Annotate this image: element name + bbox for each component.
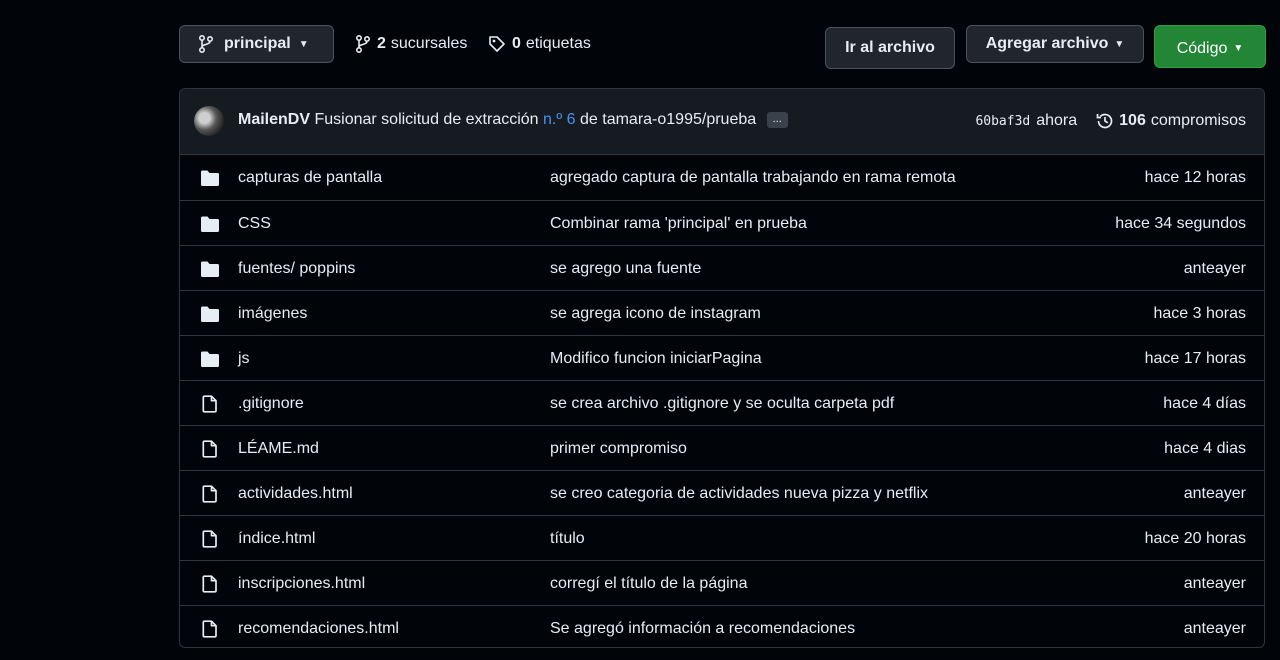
file-commit-age: hace 34 segundos: [1115, 215, 1246, 232]
file-name[interactable]: inscripciones.html: [238, 575, 365, 593]
folder-icon: [201, 261, 219, 277]
add-file-button[interactable]: Agregar archivo ▼: [966, 25, 1144, 63]
file-commit-message[interactable]: título: [550, 530, 585, 548]
file-row[interactable]: inscripciones.html corregí el título de l…: [180, 560, 1264, 605]
file-row[interactable]: LÉAME.md primer compromiso hace 4 dias: [180, 425, 1264, 470]
file-row[interactable]: CSS Combinar rama 'principal' en prueba ha…: [180, 200, 1264, 245]
branch-label: principal: [224, 35, 291, 52]
go-to-file-button[interactable]: Ir al archivo: [825, 27, 955, 69]
file-commit-age: hace 3 horas: [1153, 305, 1246, 322]
branch-icon: [356, 35, 371, 53]
file-list: capturas de pantalla agregado captura de …: [180, 155, 1264, 647]
file-commit-message[interactable]: se crea archivo .gitignore y se oculta c…: [550, 395, 894, 413]
file-name[interactable]: índice.html: [238, 530, 315, 548]
code-button[interactable]: Código ▼: [1154, 25, 1266, 68]
code-label: Código: [1176, 39, 1228, 57]
file-icon: [202, 530, 217, 548]
pull-request-link[interactable]: n.º 6: [543, 111, 576, 128]
file-commit-age: hace 4 dias: [1164, 440, 1246, 457]
file-commit-age: anteayer: [1183, 260, 1246, 277]
file-name[interactable]: .gitignore: [238, 395, 304, 413]
commit-count[interactable]: 106: [1119, 112, 1146, 130]
file-name[interactable]: js: [238, 350, 250, 368]
file-commit-age: hace 12 horas: [1144, 169, 1246, 186]
avatar[interactable]: [194, 106, 224, 136]
file-commit-age: anteayer: [1183, 620, 1246, 637]
file-name[interactable]: fuentes/ poppins: [238, 260, 355, 278]
file-icon: [202, 440, 217, 458]
file-commit-age: hace 4 días: [1163, 395, 1246, 412]
history-icon: [1096, 113, 1113, 129]
commit-message-text[interactable]: Fusionar solicitud de extracción: [314, 111, 538, 128]
commit-count-label[interactable]: compromisos: [1151, 112, 1246, 130]
tags-link[interactable]: 0 etiquetas: [488, 35, 591, 53]
file-row[interactable]: .gitignore se crea archivo .gitignore y s…: [180, 380, 1264, 425]
tags-label: etiquetas: [525, 35, 591, 52]
file-icon: [202, 620, 217, 638]
file-name[interactable]: actividades.html: [238, 485, 353, 503]
file-row[interactable]: actividades.html se creo categoria de act…: [180, 470, 1264, 515]
file-name[interactable]: LÉAME.md: [238, 440, 319, 458]
file-row[interactable]: imágenes se agrega icono de instagram hace…: [180, 290, 1264, 335]
branch-icon: [199, 35, 214, 53]
file-browser: MailenDV Fusionar solicitud de extracció…: [179, 88, 1265, 648]
file-icon: [202, 395, 217, 413]
file-name[interactable]: capturas de pantalla: [238, 169, 382, 187]
expand-message-button[interactable]: ...: [766, 111, 788, 128]
file-row[interactable]: recomendaciones.html Se agregó informació…: [180, 605, 1264, 647]
chevron-down-icon: ▼: [1114, 38, 1125, 50]
add-file-label: Agregar archivo: [985, 35, 1109, 52]
file-commit-message[interactable]: Se agregó información a recomendaciones: [550, 620, 855, 638]
file-row[interactable]: fuentes/ poppins se agrego una fuente ante…: [180, 245, 1264, 290]
commit-meta: 60baf3d ahora 106 compromisos: [975, 111, 1246, 131]
commit-sha[interactable]: 60baf3d: [975, 114, 1030, 129]
file-commit-age: anteayer: [1183, 485, 1246, 502]
file-commit-message[interactable]: se creo categoria de actividades nueva p…: [550, 485, 928, 503]
tag-icon: [489, 36, 505, 52]
branches-label: sucursales: [390, 35, 468, 52]
commit-author[interactable]: MailenDV: [238, 111, 310, 128]
file-row[interactable]: índice.html título hace 20 horas: [180, 515, 1264, 560]
folder-icon: [201, 306, 219, 322]
tags-count: 0: [512, 35, 521, 52]
file-commit-age: hace 20 horas: [1144, 530, 1246, 547]
commit-time: ahora: [1036, 112, 1078, 129]
chevron-down-icon: ▼: [298, 38, 309, 50]
file-commit-age: anteayer: [1183, 575, 1246, 592]
file-commit-age: hace 17 horas: [1144, 350, 1246, 367]
file-commit-message[interactable]: se agrega icono de instagram: [550, 305, 761, 323]
branch-select-button[interactable]: principal ▼: [179, 25, 334, 63]
branches-link[interactable]: 2 sucursales: [355, 35, 467, 53]
file-commit-message[interactable]: corregí el título de la página: [550, 575, 747, 593]
file-row[interactable]: js Modifico funcion iniciarPagina hace 17 …: [180, 335, 1264, 380]
file-commit-message[interactable]: Combinar rama 'principal' en prueba: [550, 215, 807, 233]
folder-icon: [201, 170, 219, 186]
file-name[interactable]: recomendaciones.html: [238, 620, 399, 638]
file-commit-message[interactable]: se agrego una fuente: [550, 260, 701, 278]
latest-commit-bar: MailenDV Fusionar solicitud de extracció…: [180, 89, 1264, 155]
commit-message-source[interactable]: de tamara-o1995/prueba: [580, 111, 756, 128]
folder-icon: [201, 216, 219, 232]
branches-count: 2: [377, 35, 386, 52]
file-icon: [202, 575, 217, 593]
file-name[interactable]: imágenes: [238, 305, 307, 323]
file-icon: [202, 485, 217, 503]
commit-message: MailenDV Fusionar solicitud de extracció…: [238, 111, 788, 129]
file-commit-message[interactable]: primer compromiso: [550, 440, 687, 458]
folder-icon: [201, 351, 219, 367]
file-row[interactable]: capturas de pantalla agregado captura de …: [180, 155, 1264, 200]
chevron-down-icon: ▼: [1233, 43, 1244, 54]
file-commit-message[interactable]: Modifico funcion iniciarPagina: [550, 350, 762, 368]
file-name[interactable]: CSS: [238, 215, 271, 233]
file-commit-message[interactable]: agregado captura de pantalla trabajando …: [550, 169, 956, 187]
repo-toolbar: principal ▼ 2 sucursales 0 etiquetas Ir …: [179, 25, 1267, 69]
